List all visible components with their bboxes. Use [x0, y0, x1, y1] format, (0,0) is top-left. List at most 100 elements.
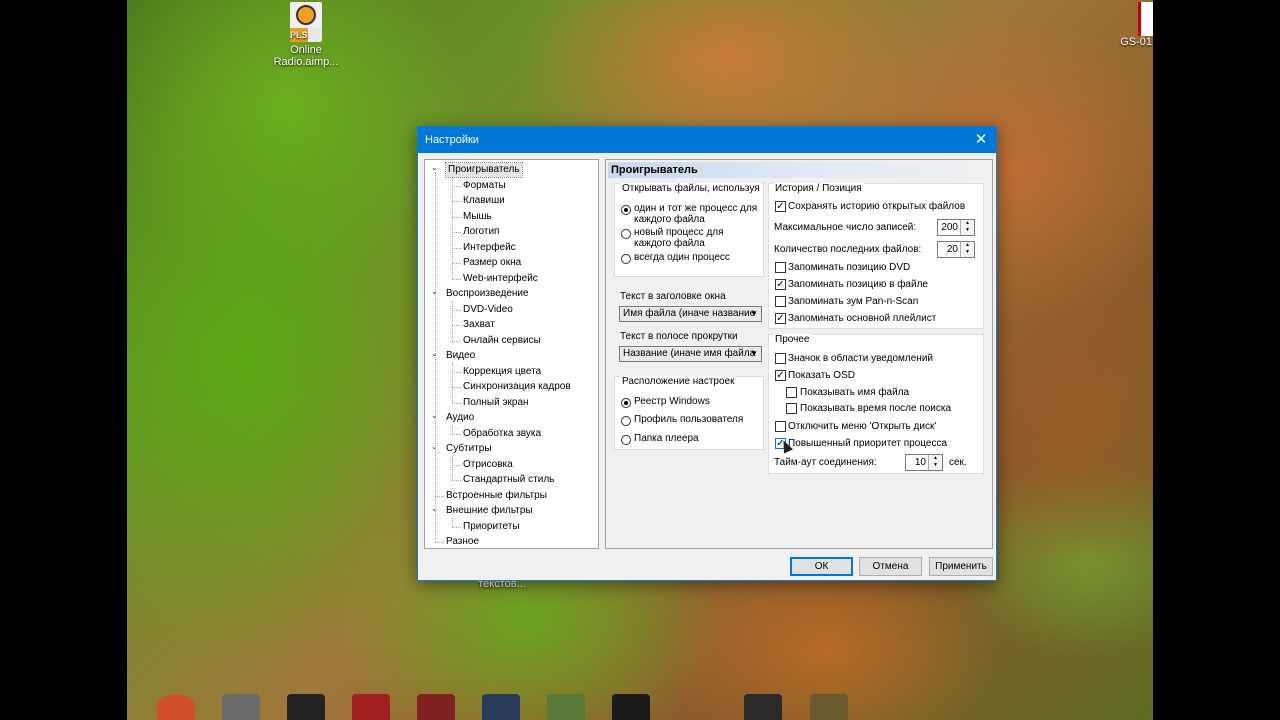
tree-item[interactable]: Обработка звука — [463, 427, 541, 441]
app-icon-10[interactable] — [810, 694, 848, 720]
tree-item[interactable]: Разное — [446, 535, 479, 549]
tree-connector — [452, 340, 461, 342]
radio-player-folder[interactable] — [621, 435, 631, 445]
tree-connector — [452, 456, 453, 480]
tree-connector — [452, 232, 461, 233]
radio-same-process-label-2: каждого файла — [634, 214, 705, 225]
tree-item[interactable]: Интерфейс — [463, 241, 516, 255]
tree-connector — [452, 433, 461, 435]
tree-item[interactable]: Размер окна — [463, 256, 521, 270]
disable-open-disc-checkbox[interactable] — [775, 421, 786, 432]
other-group: Прочее Значок в области уведомлений ✓ По… — [768, 334, 984, 474]
app-icon-5[interactable] — [417, 694, 455, 720]
radio-registry-label: Реестр Windows — [634, 396, 710, 407]
settings-location-group: Расположение настроек Реестр Windows Про… — [614, 376, 764, 450]
online-radio-shortcut[interactable]: PLS Online Radio.aimp... — [266, 2, 346, 68]
high-priority-label: Повышенный приоритет процесса — [788, 438, 948, 449]
seekbar-text-combo[interactable]: Название (иначе имя файла ▼ — [619, 346, 762, 362]
settings-tree[interactable]: Проигрыватель ⌄ Форматы Клавиши Мышь Логотип И… — [424, 159, 599, 549]
tree-connector — [452, 425, 453, 434]
tree-connector — [452, 526, 461, 528]
tree-item[interactable]: Web-интерфейс — [463, 272, 538, 286]
spin-arrows-icon[interactable]: ▲ ▼ — [960, 242, 974, 257]
app-icon-6[interactable] — [482, 694, 520, 720]
tree-connector — [452, 309, 461, 311]
radio-same-process[interactable] — [621, 205, 631, 215]
radio-one-process[interactable] — [621, 254, 631, 264]
spin-arrows-icon[interactable]: ▲ ▼ — [960, 220, 974, 235]
app-icon-2[interactable] — [222, 694, 260, 720]
tree-item[interactable]: Клавиши — [463, 194, 505, 208]
settings-panel: Проигрыватель Открывать файлы, используя… — [605, 159, 993, 549]
timeout-value: 10 — [914, 457, 926, 468]
tree-item[interactable]: Проигрыватель — [445, 162, 523, 178]
remember-file-label: Запоминать позицию в файле — [788, 279, 928, 290]
tree-connector — [435, 172, 436, 542]
tray-icon-checkbox[interactable] — [775, 353, 786, 364]
recent-count-spinner[interactable]: 20 ▲ ▼ — [937, 241, 975, 258]
remember-dvd-checkbox[interactable] — [775, 262, 786, 273]
app-icon-7[interactable] — [547, 694, 585, 720]
radio-user-profile[interactable] — [621, 416, 631, 426]
tree-item[interactable]: Отрисовка — [463, 458, 513, 472]
tree-item[interactable]: Онлайн сервисы — [463, 334, 541, 348]
tree-item[interactable]: Внешние фильтры — [446, 504, 533, 518]
spin-arrows-icon[interactable]: ▲ ▼ — [928, 455, 942, 470]
cancel-button[interactable]: Отмена — [859, 557, 922, 576]
timeout-spinner[interactable]: 10 ▲ ▼ — [905, 454, 943, 471]
tree-connector — [452, 480, 461, 481]
save-history-checkbox[interactable]: ✓ — [775, 201, 786, 212]
tree-item[interactable]: Аудио — [446, 411, 474, 425]
show-time-label: Показывать время после поиска — [800, 403, 952, 414]
tree-item[interactable]: Приоритеты — [463, 520, 520, 534]
ok-button[interactable]: ОК — [790, 557, 853, 576]
app-icon-1[interactable] — [157, 694, 195, 720]
tree-item[interactable]: Форматы — [463, 179, 506, 193]
tree-item[interactable]: Стандартный стиль — [463, 473, 554, 487]
tree-item[interactable]: Полный экран — [463, 396, 529, 410]
tree-item[interactable]: Встроенные фильтры — [446, 489, 547, 503]
gs-shortcut[interactable]: GS-01 — [1112, 2, 1153, 48]
show-osd-checkbox[interactable]: ✓ — [775, 370, 786, 381]
tree-item[interactable]: Логотип — [463, 225, 499, 239]
tree-connector — [435, 495, 444, 497]
app-icon-3[interactable] — [287, 694, 325, 720]
show-filename-checkbox[interactable] — [786, 387, 797, 398]
tree-connector — [452, 301, 453, 341]
app-icon-9[interactable] — [744, 694, 782, 720]
shortcut-label-line1: Online — [290, 44, 322, 56]
remember-pan-checkbox[interactable] — [775, 296, 786, 307]
tree-item[interactable]: Мышь — [463, 210, 492, 224]
dialog-titlebar[interactable]: Настройки ✕ — [418, 127, 996, 153]
tree-item[interactable]: Воспроизведение — [446, 287, 529, 301]
show-time-checkbox[interactable] — [786, 403, 797, 414]
desktop-icon-row — [127, 692, 1153, 720]
tree-item[interactable]: Синхронизация кадров — [463, 380, 571, 394]
timeout-label: Тайм-аут соединения: — [774, 457, 877, 468]
tree-item[interactable]: Видео — [446, 349, 475, 363]
tree-connector — [452, 185, 461, 187]
tree-item[interactable]: Захват — [463, 318, 495, 332]
chevron-down-icon[interactable]: ⌄ — [431, 164, 439, 172]
app-icon-4[interactable] — [352, 694, 390, 720]
radio-same-process-label-1: один и тот же процесс для — [634, 203, 758, 214]
radio-new-process-label-2: каждого файла — [634, 238, 705, 249]
radio-registry[interactable] — [621, 398, 631, 408]
remember-file-checkbox[interactable]: ✓ — [775, 279, 786, 290]
tree-item[interactable]: DVD-Video — [463, 303, 513, 317]
max-records-spinner[interactable]: 200 ▲ ▼ — [937, 219, 975, 236]
window-title-combo[interactable]: Имя файла (иначе название ▼ — [619, 306, 762, 322]
radio-new-process[interactable] — [621, 229, 631, 239]
tray-icon-label: Значок в области уведомлений — [788, 353, 934, 364]
apply-button[interactable]: Применить — [929, 557, 993, 576]
max-records-value: 200 — [941, 222, 958, 233]
close-icon[interactable]: ✕ — [966, 127, 996, 153]
tree-item[interactable]: Коррекция цвета — [463, 365, 541, 379]
tree-item[interactable]: Субтитры — [446, 442, 492, 456]
tree-connector — [452, 402, 461, 404]
app-icon-8[interactable] — [612, 694, 650, 720]
settings-dialog: Настройки ✕ Проигрыватель ⌄ Форматы Клавиши… — [417, 126, 997, 581]
gs-shortcut-label: GS-01 — [1120, 36, 1152, 48]
remember-playlist-checkbox[interactable]: ✓ — [775, 313, 786, 324]
tree-connector — [452, 201, 461, 202]
